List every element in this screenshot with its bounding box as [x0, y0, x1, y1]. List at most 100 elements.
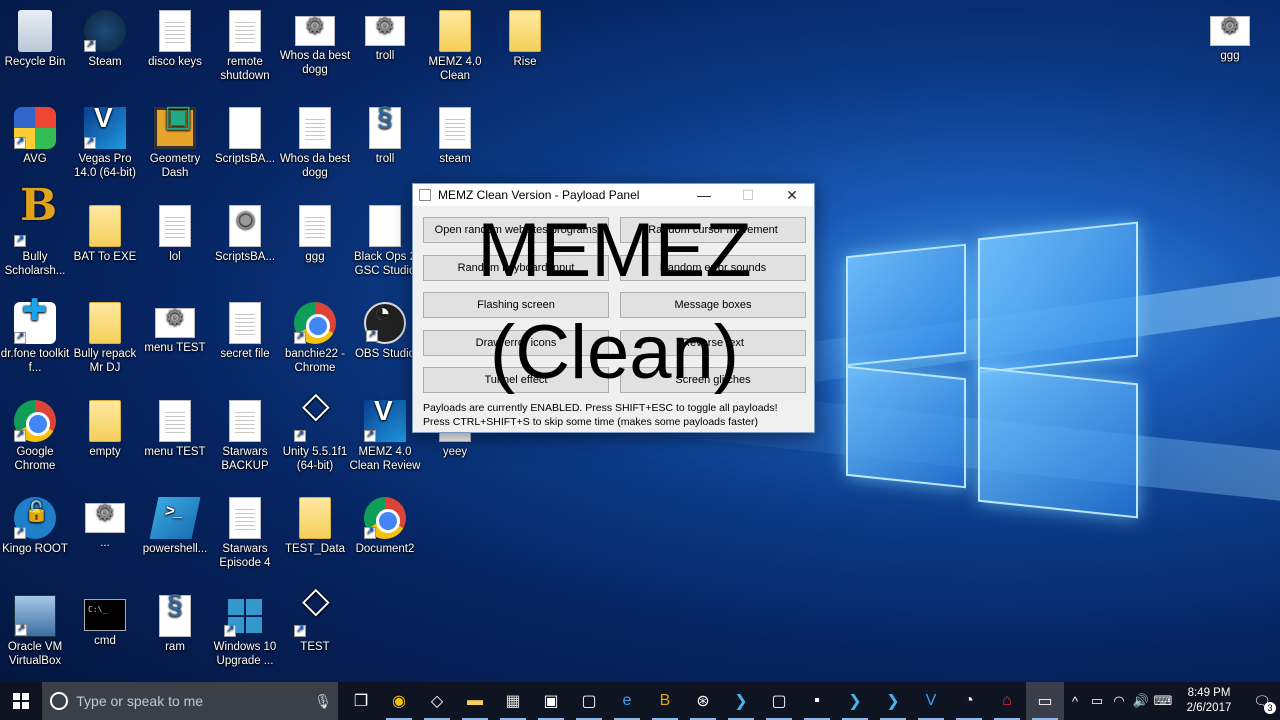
remote-desktop-icon[interactable]: ▣: [532, 682, 570, 720]
wifi-icon[interactable]: ◠: [1108, 693, 1130, 709]
shortcut-arrow-icon: [294, 623, 306, 637]
desktop-icon[interactable]: Oracle VM VirtualBox: [0, 587, 73, 668]
payload-button-cursor[interactable]: Random cursor movement: [620, 217, 806, 243]
desktop-icon[interactable]: TEST_Data: [277, 489, 353, 556]
desktop-icon[interactable]: menu TEST: [137, 294, 213, 355]
desktop-icon[interactable]: Recycle Bin: [0, 2, 73, 69]
desktop-icon[interactable]: Geometry Dash: [137, 99, 213, 180]
desktop-icon[interactable]: Document2: [347, 489, 423, 556]
powershell-icon[interactable]: ❯: [836, 682, 874, 720]
desktop-icon[interactable]: BAT To EXE: [67, 197, 143, 264]
desktop-icon[interactable]: banchie22 - Chrome: [277, 294, 353, 375]
payload-button-error-sounds[interactable]: Random error sounds: [620, 255, 806, 281]
desktop-icon[interactable]: lol: [137, 197, 213, 264]
settings-file-icon: [1210, 16, 1250, 46]
desktop-icon[interactable]: dr.fone toolkit f...: [0, 294, 73, 375]
obs-icon[interactable]: ◔: [950, 682, 988, 720]
desktop-icon[interactable]: powershell...: [137, 489, 213, 556]
cortana-search-box[interactable]: Type or speak to me 🎙: [42, 682, 338, 720]
maximize-button[interactable]: ☐: [726, 187, 770, 204]
desktop-icon-label: menu TEST: [144, 446, 206, 458]
desktop-icon-label: MEMZ 4.0 Clean: [428, 56, 482, 82]
desktop-icon[interactable]: ggg: [277, 197, 353, 264]
desktop-icon[interactable]: Whos da best dogg: [277, 2, 353, 77]
desktop-icon[interactable]: Google Chrome: [0, 392, 73, 473]
desktop-icon[interactable]: secret file: [207, 294, 283, 361]
chrome-icon[interactable]: ◉: [380, 682, 418, 720]
desktop-icon[interactable]: cmd: [67, 587, 143, 648]
desktop-icon[interactable]: Bully Scholarsh...: [0, 197, 73, 278]
desktop-icon-label: ggg: [305, 251, 325, 263]
desktop-icon[interactable]: menu TEST: [137, 392, 213, 459]
payload-button-flashing-screen[interactable]: Flashing screen: [423, 292, 609, 318]
folder-icon: [89, 302, 121, 344]
desktop-icon-label: BAT To EXE: [73, 251, 137, 263]
steam-icon[interactable]: ⊛: [684, 682, 722, 720]
desktop-icon[interactable]: TEST: [277, 587, 353, 654]
payload-button-keyboard[interactable]: Random keyboard input: [423, 255, 609, 281]
app-icon[interactable]: ▢: [760, 682, 798, 720]
desktop-icon[interactable]: Unity 5.5.1f1 (64-bit): [277, 392, 353, 473]
vegas-pro-icon[interactable]: V: [912, 682, 950, 720]
desktop-icon-label: remote shutdown: [220, 56, 270, 82]
desktop-icon[interactable]: ...: [67, 489, 143, 550]
desktop-icon[interactable]: ggg: [1192, 2, 1268, 63]
desktop-icon-label: Whos da best dogg: [279, 153, 351, 179]
desktop-icon[interactable]: Whos da best dogg: [277, 99, 353, 180]
desktop-icon[interactable]: Kingo ROOT: [0, 489, 73, 556]
desktop-icon[interactable]: remote shutdown: [207, 2, 283, 83]
desktop-icon[interactable]: Starwars Episode 4: [207, 489, 283, 570]
desktop-icon-label: ...: [100, 537, 110, 549]
desktop-icon[interactable]: troll: [347, 99, 423, 166]
window-icon[interactable]: ▭: [1026, 682, 1064, 720]
store-icon[interactable]: ▦: [494, 682, 532, 720]
payload-button-tunnel-effect[interactable]: Tunnel effect: [423, 367, 609, 393]
battery-icon[interactable]: ▭: [1086, 693, 1108, 709]
app-icon[interactable]: ▢: [570, 682, 608, 720]
desktop-icon-label: banchie22 - Chrome: [284, 348, 346, 374]
desktop-icon[interactable]: MEMZ 4.0 Clean: [417, 2, 493, 83]
volume-icon[interactable]: 🔊: [1130, 693, 1152, 709]
powershell-icon[interactable]: ❯: [874, 682, 912, 720]
file-explorer-icon[interactable]: ▬: [456, 682, 494, 720]
payload-button-error-icons[interactable]: Draw error icons: [423, 330, 609, 356]
minimize-button[interactable]: —: [682, 187, 726, 203]
payload-button-screen-glitches[interactable]: Screen glitches: [620, 367, 806, 393]
desktop-icon[interactable]: Steam: [67, 2, 143, 69]
close-button[interactable]: ✕: [770, 187, 814, 204]
desktop-icon[interactable]: AVG: [0, 99, 73, 166]
chevron-up-icon[interactable]: ^: [1064, 694, 1086, 709]
action-center-button[interactable]: 🗨 3: [1244, 693, 1280, 714]
memz-payload-panel-window[interactable]: MEMZ Clean Version - Payload Panel — ☐ ✕…: [412, 183, 815, 433]
desktop-icon[interactable]: Bully repack Mr DJ: [67, 294, 143, 375]
desktop-icon[interactable]: ScriptsBA...: [207, 99, 283, 166]
language-icon[interactable]: ⌨: [1152, 693, 1174, 709]
desktop-icon[interactable]: Vegas Pro 14.0 (64-bit): [67, 99, 143, 180]
acrobat-icon[interactable]: ⌂: [988, 682, 1026, 720]
clock[interactable]: 8:49 PM 2/6/2017: [1174, 686, 1244, 716]
desktop-icon[interactable]: troll: [347, 2, 423, 63]
vegas-pro-icon: [364, 400, 406, 442]
desktop-icon[interactable]: steam: [417, 99, 493, 166]
bully-icon[interactable]: B: [646, 682, 684, 720]
payload-button-reverse-text[interactable]: Reverse text: [620, 330, 806, 356]
desktop-icon[interactable]: Windows 10 Upgrade ...: [207, 587, 283, 668]
start-button[interactable]: [0, 682, 42, 720]
status-line-2: Press CTRL+SHIFT+S to skip some time (ma…: [423, 416, 758, 428]
window-titlebar[interactable]: MEMZ Clean Version - Payload Panel — ☐ ✕: [413, 184, 814, 206]
desktop-icon[interactable]: empty: [67, 392, 143, 459]
unity-icon[interactable]: ◇: [418, 682, 456, 720]
desktop-icon[interactable]: Starwars BACKUP: [207, 392, 283, 473]
edge-icon[interactable]: e: [608, 682, 646, 720]
microphone-icon[interactable]: 🎙: [308, 693, 338, 710]
desktop-icon[interactable]: ScriptsBA...: [207, 197, 283, 264]
cmd-icon[interactable]: ▪: [798, 682, 836, 720]
folder-icon: [89, 205, 121, 247]
payload-button-message-boxes[interactable]: Message boxes: [620, 292, 806, 318]
payload-button-websites[interactable]: Open random websites/programs: [423, 217, 609, 243]
desktop-icon[interactable]: ram: [137, 587, 213, 654]
task-view-icon[interactable]: ❐: [342, 682, 380, 720]
desktop-icon[interactable]: Rise: [487, 2, 563, 69]
powershell-icon[interactable]: ❯: [722, 682, 760, 720]
desktop-icon[interactable]: disco keys: [137, 2, 213, 69]
